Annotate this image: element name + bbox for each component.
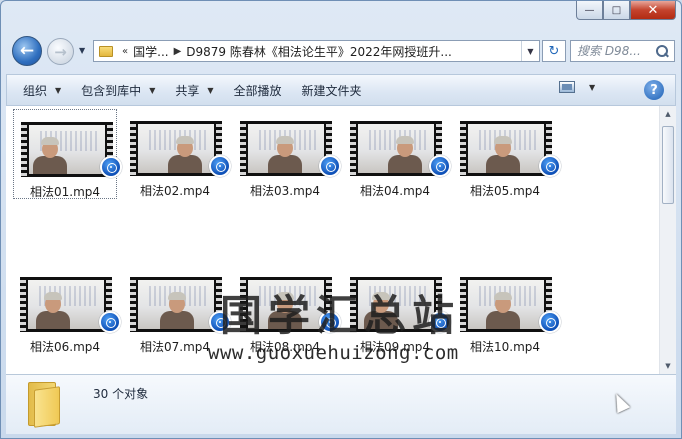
new-folder-label: 新建文件夹	[301, 83, 362, 98]
search-box[interactable]	[570, 40, 675, 62]
media-player-icon	[429, 155, 451, 177]
scroll-down-button[interactable]: ▼	[660, 358, 676, 374]
minimize-button[interactable]: —	[576, 1, 603, 20]
breadcrumb-item[interactable]: 国学...	[133, 43, 168, 60]
media-player-icon	[99, 311, 121, 333]
file-item[interactable]: 相法03.mp4	[233, 109, 341, 199]
chevron-down-icon: ▼	[55, 85, 62, 95]
include-in-library-label: 包含到库中	[81, 83, 142, 98]
file-name: 相法04.mp4	[359, 184, 431, 198]
person-figure	[160, 291, 194, 329]
search-icon[interactable]	[655, 44, 669, 58]
change-view-button[interactable]: ▼	[559, 81, 595, 93]
refresh-icon: ↻	[548, 43, 560, 59]
scrollbar-thumb[interactable]	[662, 126, 674, 204]
scroll-up-button[interactable]: ▲	[660, 106, 676, 122]
organize-label: 组织	[23, 83, 48, 98]
person-figure	[388, 135, 422, 173]
play-all-label: 全部播放	[233, 83, 282, 98]
explorer-window: — □ ✕ ← → ▼ « 国学... ▶ D9879 陈春林《相法论生平》20…	[0, 0, 682, 439]
chevron-down-icon: ▼	[149, 85, 156, 95]
vertical-scrollbar[interactable]: ▲ ▼	[659, 106, 676, 374]
caption-buttons: — □ ✕	[576, 1, 676, 23]
file-name: 相法06.mp4	[29, 340, 101, 354]
film-strip	[350, 121, 356, 176]
address-overflow[interactable]: «	[122, 46, 128, 57]
file-name: 相法10.mp4	[469, 340, 541, 354]
file-name: 相法02.mp4	[139, 184, 211, 198]
chevron-down-icon[interactable]: ▼	[589, 83, 595, 92]
person-figure	[33, 136, 67, 174]
folder-icon	[28, 382, 64, 428]
file-name: 相法01.mp4	[29, 185, 101, 199]
file-list[interactable]: 相法10.mp4 相法09.mp4 相法08.mp4 相法07.mp4 相法06.mp4…	[6, 106, 676, 374]
file-item[interactable]: 相法05.mp4	[453, 109, 561, 199]
file-item[interactable]: 相法10.mp4	[453, 265, 561, 355]
file-item[interactable]: 相法02.mp4	[123, 109, 231, 199]
object-count: 30 个对象	[93, 387, 149, 401]
film-strip	[21, 122, 27, 177]
person-figure	[36, 291, 70, 329]
media-player-icon	[209, 155, 231, 177]
include-in-library-menu[interactable]: 包含到库中 ▼	[71, 78, 165, 102]
chevron-down-icon: ▼	[207, 85, 214, 95]
media-player-icon	[319, 155, 341, 177]
watermark-title: 国学汇总站	[220, 291, 461, 340]
film-strip	[20, 277, 26, 332]
file-name: 相法03.mp4	[249, 184, 321, 198]
back-button[interactable]: ←	[12, 36, 42, 66]
folder-icon	[99, 45, 113, 57]
navigation-bar: ← → ▼ « 国学... ▶ D9879 陈春林《相法论生平》2022年网授班…	[9, 35, 675, 67]
search-input[interactable]	[577, 44, 655, 58]
forward-arrow-icon: →	[54, 42, 67, 61]
forward-button[interactable]: →	[47, 38, 74, 65]
share-menu[interactable]: 共享 ▼	[165, 78, 223, 102]
film-strip	[130, 277, 136, 332]
person-figure	[268, 135, 302, 173]
address-bar[interactable]: « 国学... ▶ D9879 陈春林《相法论生平》2022年网授班升... ▼	[93, 40, 540, 62]
film-strip	[130, 121, 136, 176]
person-figure	[168, 135, 202, 173]
person-figure	[486, 291, 520, 329]
person-figure	[486, 135, 520, 173]
film-strip	[240, 121, 246, 176]
play-all-button[interactable]: 全部播放	[224, 78, 292, 102]
breadcrumb-chevron-icon[interactable]: ▶	[174, 46, 182, 57]
address-dropdown-button[interactable]: ▼	[521, 41, 539, 61]
file-item[interactable]: 相法01.mp4	[13, 109, 122, 199]
help-button[interactable]: ?	[644, 80, 664, 100]
back-arrow-icon: ←	[19, 41, 35, 61]
new-folder-button[interactable]: 新建文件夹	[292, 78, 372, 102]
organize-menu[interactable]: 组织 ▼	[13, 78, 71, 102]
view-icon	[559, 81, 575, 93]
media-player-icon	[100, 156, 122, 178]
maximize-button[interactable]: □	[603, 1, 630, 20]
details-pane: 30 个对象	[6, 374, 676, 434]
media-player-icon	[539, 311, 561, 333]
file-item[interactable]: 相法06.mp4	[13, 265, 121, 355]
media-player-icon	[539, 155, 561, 177]
command-bar: 组织 ▼ 包含到库中 ▼ 共享 ▼ 全部播放 新建文件夹 ▼ ?	[6, 74, 676, 106]
film-strip	[460, 121, 466, 176]
share-label: 共享	[175, 83, 200, 98]
watermark-url: www.guoxuehuizong.com	[208, 342, 459, 364]
file-name: 相法05.mp4	[469, 184, 541, 198]
breadcrumb-item-current[interactable]: D9879 陈春林《相法论生平》2022年网授班升...	[186, 43, 452, 60]
recent-pages-button[interactable]: ▼	[79, 46, 85, 55]
mouse-cursor-icon	[609, 390, 631, 414]
chevron-down-icon: ▼	[527, 46, 534, 56]
refresh-button[interactable]: ↻	[542, 40, 566, 62]
close-button[interactable]: ✕	[630, 1, 676, 20]
file-item[interactable]: 相法04.mp4	[343, 109, 451, 199]
film-strip	[460, 277, 466, 332]
help-icon: ?	[650, 82, 658, 98]
